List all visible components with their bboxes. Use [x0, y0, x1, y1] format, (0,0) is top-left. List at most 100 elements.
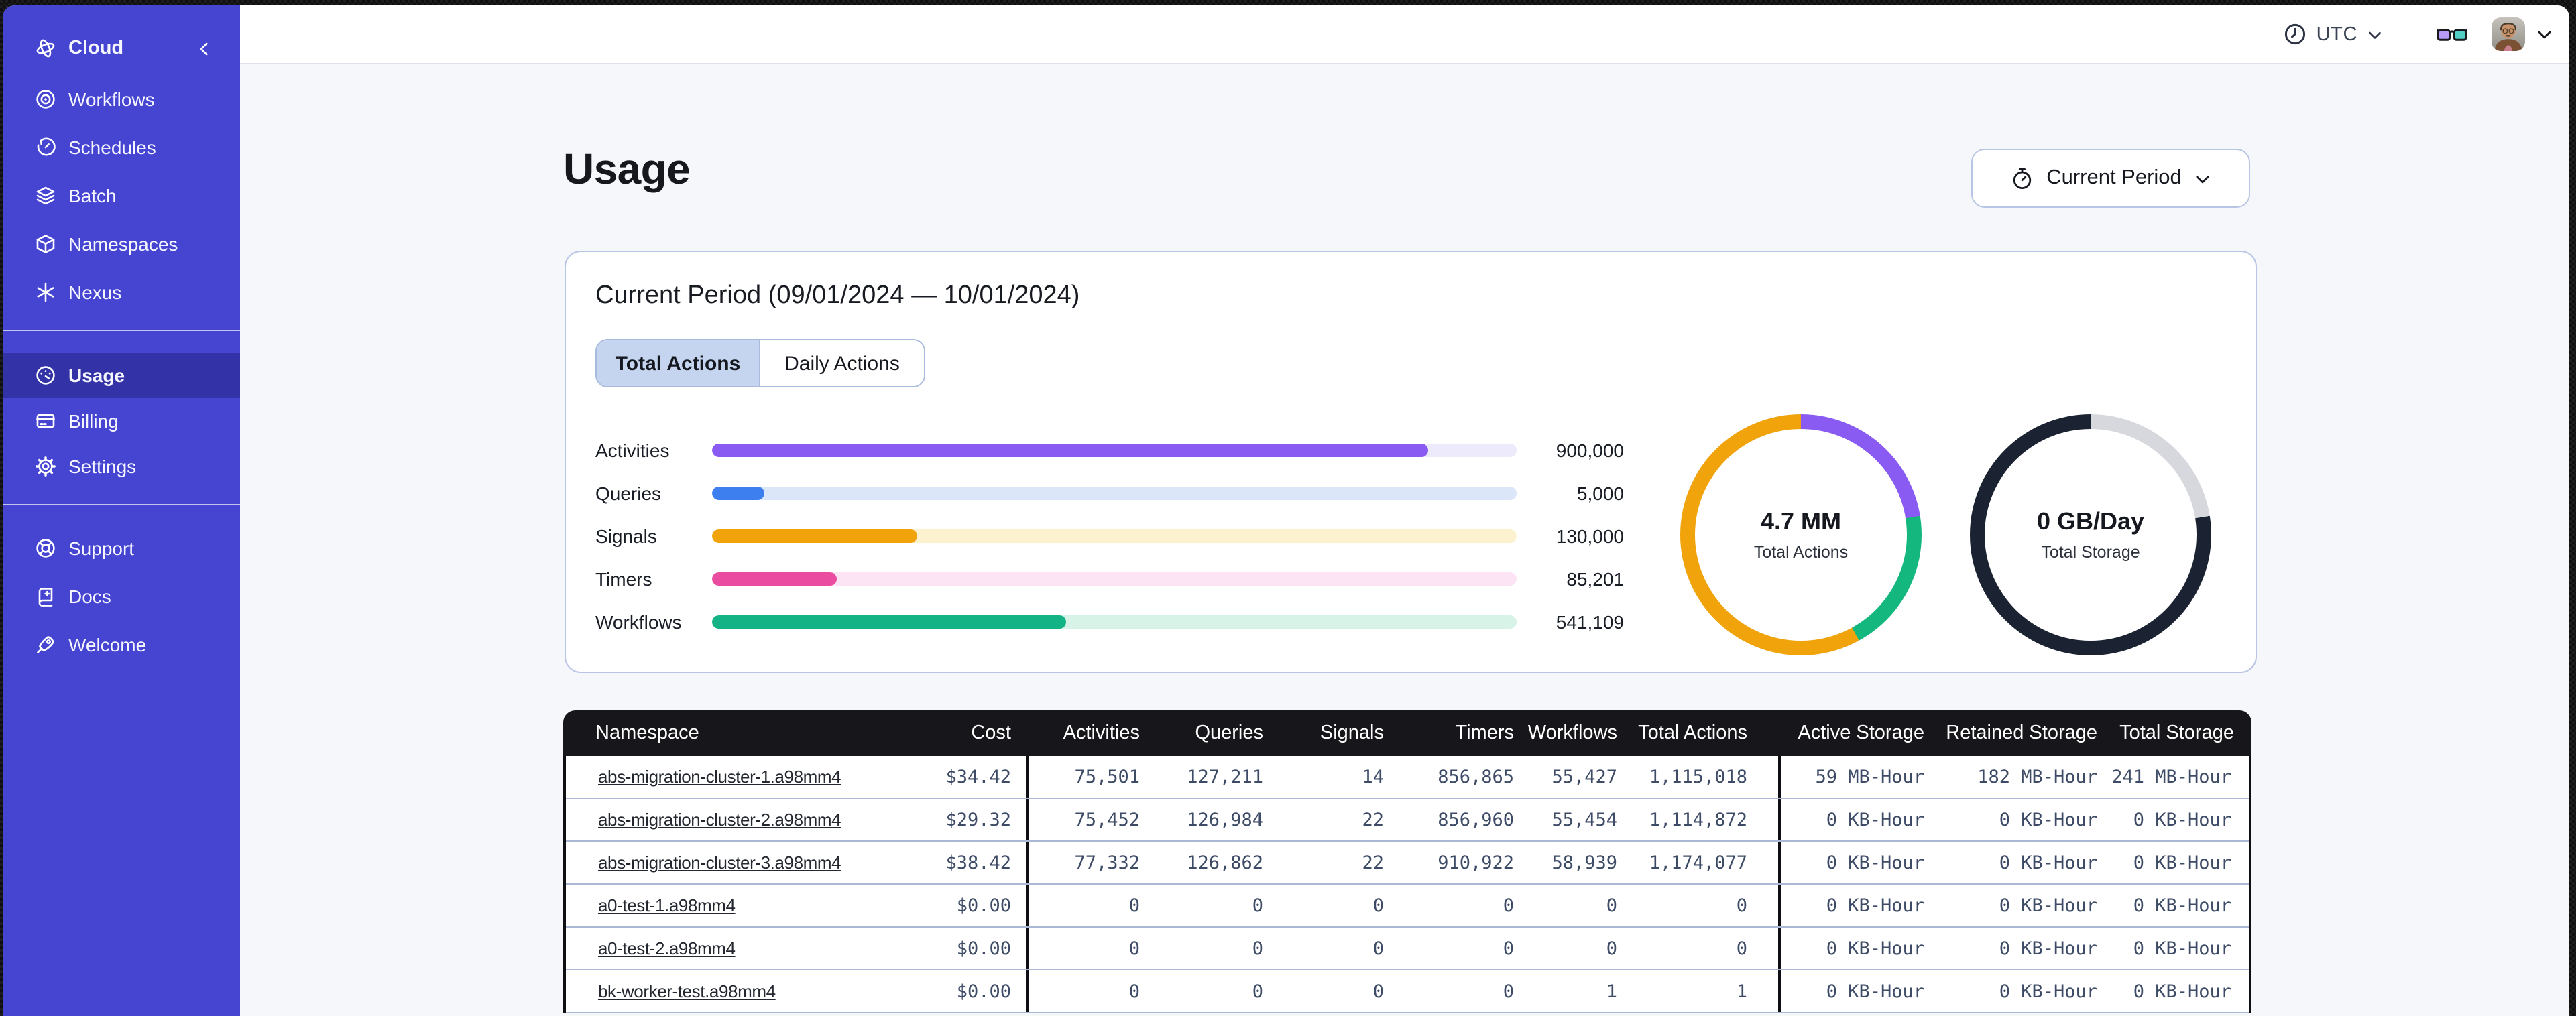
timers-cell: 0: [1503, 938, 1514, 959]
sidebar-divider: [3, 330, 240, 331]
sidebar-brand-cloud[interactable]: Cloud: [3, 24, 240, 72]
donut-center: 0 GB/Day Total Storage: [1970, 414, 2211, 655]
activities-cell: 0: [1026, 885, 1148, 926]
account-menu-button[interactable]: [2536, 25, 2553, 43]
bar-fill: [712, 615, 1066, 629]
col-total-actions: Total Actions: [1638, 722, 1747, 744]
temporal-cloud-logo-icon: [35, 38, 56, 59]
nexus-asterisk-icon: [35, 281, 56, 303]
namespace-link[interactable]: abs-migration-cluster-3.a98mm4: [598, 852, 841, 873]
signals-cell: 14: [1362, 766, 1384, 787]
namespace-link[interactable]: abs-migration-cluster-1.a98mm4: [598, 767, 841, 787]
sidebar-brand-label: Cloud: [68, 38, 124, 59]
namespace-cell: abs-migration-cluster-2.a98mm4: [566, 810, 912, 830]
sidebar-item-docs[interactable]: Docs: [3, 572, 240, 621]
settings-gear-icon: [35, 456, 56, 477]
feedback-glasses-button[interactable]: [2437, 25, 2467, 43]
retained-storage-cell: 0 KB-Hour: [1999, 980, 2097, 1002]
activities-cell: 75,501: [1026, 756, 1148, 798]
table-row: abs-migration-cluster-1.a98mm4 $34.42 75…: [566, 756, 2249, 799]
usage-bars: Activities 900,000 Queries 5,000 Signals…: [595, 437, 1624, 651]
sidebar-item-namespaces[interactable]: Namespaces: [3, 220, 240, 268]
period-selector-button[interactable]: Current Period: [1971, 149, 2250, 208]
namespace-link[interactable]: a0-test-2.a98mm4: [598, 938, 736, 958]
sidebar-item-billing[interactable]: Billing: [3, 398, 240, 444]
table-body: abs-migration-cluster-1.a98mm4 $34.42 75…: [563, 756, 2251, 1013]
queries-cell: 127,211: [1187, 766, 1263, 787]
sidebar-item-support[interactable]: Support: [3, 524, 240, 572]
bar-track: [712, 487, 1517, 500]
cost-cell: $38.42: [945, 852, 1011, 873]
col-signals: Signals: [1320, 722, 1384, 744]
tab-total-actions[interactable]: Total Actions: [597, 340, 759, 386]
namespace-link[interactable]: abs-migration-cluster-2.a98mm4: [598, 810, 841, 830]
retained-storage-cell: 0 KB-Hour: [1999, 895, 2097, 916]
namespace-link[interactable]: a0-test-1.a98mm4: [598, 895, 736, 915]
table-header: Namespace Cost Activities Queries Signal…: [563, 710, 2251, 756]
stopwatch-icon: [2010, 166, 2034, 190]
sidebar-item-settings[interactable]: Settings: [3, 444, 240, 489]
bar-value: 900,000: [1556, 440, 1624, 461]
sidebar-item-welcome[interactable]: Welcome: [3, 621, 240, 669]
bar-label: Queries: [595, 483, 662, 504]
queries-cell: 126,862: [1187, 852, 1263, 873]
sidebar-item-batch[interactable]: Batch: [3, 172, 240, 220]
cost-cell: $0.00: [956, 895, 1011, 916]
active-storage-cell: 0 KB-Hour: [1778, 970, 1935, 1012]
active-storage-cell: 0 KB-Hour: [1778, 799, 1935, 840]
total-actions-cell: 1,114,872: [1649, 809, 1747, 830]
workflows-cell: 58,939: [1552, 852, 1617, 873]
sidebar-item-schedules[interactable]: Schedules: [3, 123, 240, 172]
support-lifebuoy-icon: [35, 537, 56, 559]
bar-value: 130,000: [1556, 525, 1624, 547]
queries-cell: 0: [1252, 980, 1263, 1002]
signals-cell: 0: [1372, 980, 1384, 1002]
table-row: bk-worker-test.a98mm4 $0.00 0 0 0 0 1 1 …: [566, 970, 2249, 1013]
sidebar-item-workflows[interactable]: Workflows: [3, 75, 240, 123]
batch-layers-icon: [35, 185, 56, 206]
chevron-down-icon: [2536, 25, 2553, 43]
timers-cell: 910,922: [1438, 852, 1514, 873]
sidebar-item-usage[interactable]: Usage: [3, 353, 240, 398]
queries-cell: 0: [1252, 938, 1263, 959]
total-actions-cell: 1: [1736, 980, 1747, 1002]
col-workflows: Workflows: [1527, 722, 1617, 744]
usage-bar-row: Activities 900,000: [595, 437, 1624, 464]
bar-label: Signals: [595, 525, 657, 547]
namespace-link[interactable]: bk-worker-test.a98mm4: [598, 981, 776, 1001]
bar-fill: [712, 487, 764, 500]
sidebar-item-nexus[interactable]: Nexus: [3, 268, 240, 316]
namespace-cell: a0-test-2.a98mm4: [566, 938, 912, 958]
bar-value: 5,000: [1576, 483, 1624, 504]
welcome-rocket-icon: [35, 634, 56, 655]
retained-storage-cell: 182 MB-Hour: [1977, 766, 2097, 787]
queries-cell: 0: [1252, 895, 1263, 916]
bar-label: Activities: [595, 440, 670, 461]
timers-cell: 856,960: [1438, 809, 1514, 830]
sidebar-collapse-icon[interactable]: [196, 40, 213, 57]
total-storage-cell: 0 KB-Hour: [2133, 980, 2231, 1002]
tab-daily-actions[interactable]: Daily Actions: [759, 340, 924, 386]
activities-cell: 77,332: [1026, 842, 1148, 883]
bar-track: [712, 444, 1517, 457]
signals-cell: 0: [1372, 895, 1384, 916]
glasses-icon: [2437, 25, 2467, 43]
table-row: a0-test-1.a98mm4 $0.00 0 0 0 0 0 0 0 KB-…: [566, 885, 2249, 928]
usage-bar-row: Signals 130,000: [595, 523, 1624, 550]
avatar[interactable]: [2492, 17, 2525, 51]
table-row: abs-migration-cluster-2.a98mm4 $29.32 75…: [566, 799, 2249, 842]
app-window: Cloud Workflows Schedules Batch Namespac…: [3, 5, 2569, 1016]
bar-track: [712, 572, 1517, 586]
workflows-icon: [35, 88, 56, 110]
signals-cell: 22: [1362, 852, 1384, 873]
timezone-selector[interactable]: UTC: [2284, 23, 2383, 46]
table-row: a0-test-2.a98mm4 $0.00 0 0 0 0 0 0 0 KB-…: [566, 928, 2249, 970]
activities-cell: 0: [1026, 970, 1148, 1012]
active-storage-cell: 0 KB-Hour: [1778, 928, 1935, 969]
col-queries: Queries: [1195, 722, 1263, 744]
clock-icon: [2284, 23, 2307, 46]
actions-view-tabs: Total Actions Daily Actions: [595, 339, 925, 387]
timers-cell: 0: [1503, 980, 1514, 1002]
cost-cell: $34.42: [945, 766, 1011, 787]
workflows-cell: 55,454: [1552, 809, 1617, 830]
